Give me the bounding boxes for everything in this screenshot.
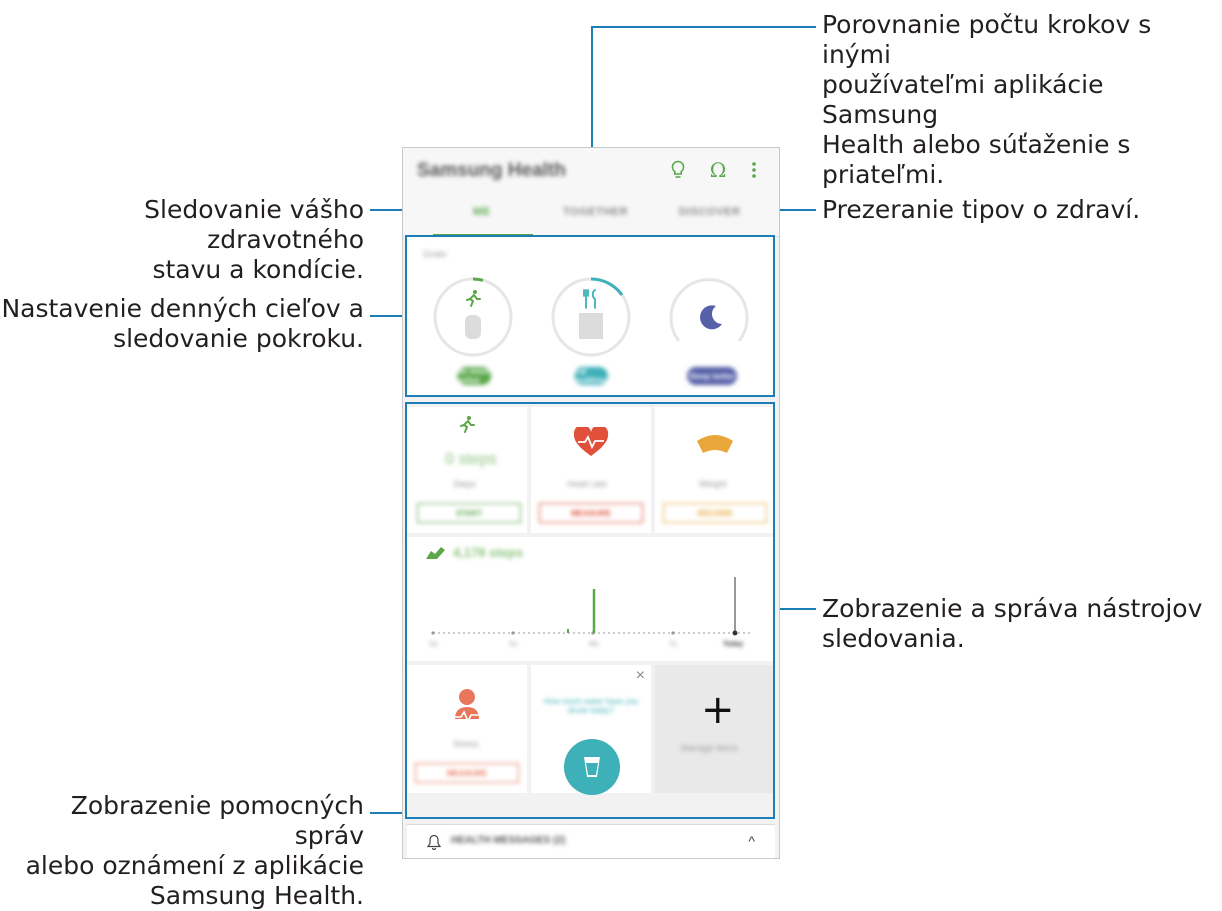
tab-me[interactable]: ME (473, 206, 491, 218)
chevron-up-icon[interactable]: ^ (748, 833, 755, 849)
app-bar: Samsung Health Ω (403, 148, 779, 196)
leader-together-h (592, 26, 816, 28)
callout-trackers: Zobrazenie a správa nástrojov sledovania… (822, 594, 1203, 653)
more-icon[interactable] (741, 157, 767, 183)
callout-discover: Prezeranie tipov o zdraví. (822, 195, 1141, 224)
bell-icon (426, 834, 442, 855)
goals-highlight-frame (405, 235, 775, 397)
omega-icon[interactable]: Ω (705, 157, 731, 183)
bulb-icon[interactable] (665, 157, 691, 183)
app-title: Samsung Health (417, 160, 566, 181)
tab-together[interactable]: TOGETHER (563, 206, 628, 218)
health-messages-bar[interactable]: HEALTH MESSAGES (2) ^ (407, 824, 775, 858)
trackers-highlight-frame (405, 402, 775, 819)
callout-together: Porovnanie počtu krokov s inými používat… (822, 10, 1152, 189)
tab-bar: ME TOGETHER DISCOVER (403, 196, 779, 237)
callout-me-tab: Sledovanie vášho zdravotného stavu a kon… (144, 195, 364, 284)
leader-trackers (776, 608, 816, 610)
callout-messages: Zobrazenie pomocných správ alebo oznámen… (25, 791, 364, 910)
tab-discover[interactable]: DISCOVER (679, 206, 740, 218)
callout-goals: Nastavenie denných cieľov a sledovanie p… (1, 294, 364, 353)
health-messages-label: HEALTH MESSAGES (2) (451, 835, 566, 846)
leader-messages (370, 812, 406, 814)
